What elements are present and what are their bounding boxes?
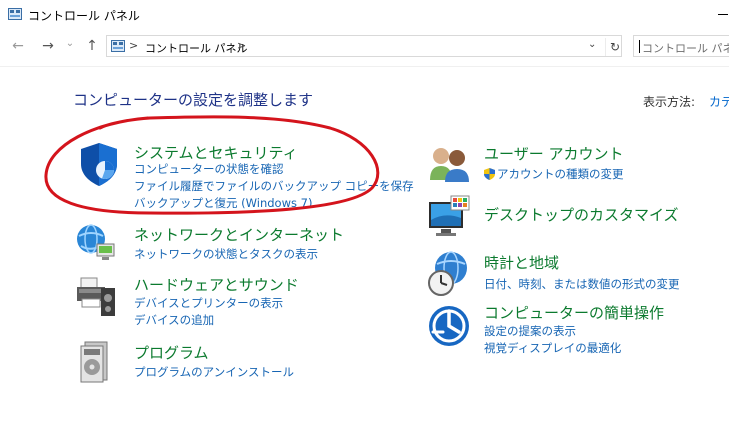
- view-by-dropdown[interactable]: カテ: [709, 93, 729, 110]
- network-status-link[interactable]: ネットワークの状態とタスクの表示: [134, 246, 318, 262]
- control-panel-icon: [111, 40, 125, 52]
- category-title[interactable]: 時計と地域: [484, 252, 559, 273]
- category-ease-of-access: コンピューターの簡単操作 設定の提案の表示 視覚ディスプレイの最適化: [427, 302, 727, 357]
- forward-button[interactable]: →: [40, 38, 56, 54]
- up-button[interactable]: ↑: [84, 38, 100, 54]
- search-box[interactable]: コントロール パネルの: [633, 35, 729, 57]
- clock-globe-icon[interactable]: [427, 250, 473, 298]
- printer-icon[interactable]: [75, 274, 121, 320]
- navigation-bar: ← → ⌄ ↑ > コントロール パネル > ⌄ ↻ コントロール パネルの: [0, 30, 729, 64]
- date-time-format-link[interactable]: 日付、時刻、または数値の形式の変更: [484, 276, 680, 292]
- add-device-link[interactable]: デバイスの追加: [134, 312, 214, 328]
- suggested-settings-link[interactable]: 設定の提案の表示: [484, 323, 576, 339]
- change-account-type-link[interactable]: アカウントの種類の変更: [484, 166, 624, 182]
- shield-icon[interactable]: [75, 140, 123, 188]
- ease-of-access-icon[interactable]: [427, 302, 473, 348]
- category-title[interactable]: コンピューターの簡単操作: [484, 302, 664, 323]
- category-hardware-sound: ハードウェアとサウンド デバイスとプリンターの表示 デバイスの追加: [75, 274, 375, 329]
- network-globe-icon[interactable]: [75, 222, 117, 264]
- check-computer-status-link[interactable]: コンピューターの状態を確認: [134, 161, 284, 177]
- uninstall-program-link[interactable]: プログラムのアンインストール: [134, 364, 294, 380]
- breadcrumb-separator[interactable]: >: [237, 39, 246, 52]
- backup-restore-link[interactable]: バックアップと復元 (Windows 7): [134, 195, 312, 211]
- category-appearance: デスクトップのカスタマイズ: [427, 194, 727, 244]
- file-history-backup-link[interactable]: ファイル履歴でファイルのバックアップ コピーを保存: [134, 178, 414, 194]
- window-title: コントロール パネル: [28, 9, 140, 23]
- category-title[interactable]: デスクトップのカスタマイズ: [484, 204, 679, 225]
- address-bar[interactable]: > コントロール パネル > ⌄ ↻: [106, 35, 622, 57]
- category-user-accounts: ユーザー アカウント アカウントの種類の変更: [427, 142, 727, 187]
- title-bar: コントロール パネル: [0, 0, 729, 30]
- divider: [0, 66, 729, 67]
- category-network-internet: ネットワークとインターネット ネットワークの状態とタスクの表示: [75, 222, 375, 267]
- programs-disc-icon[interactable]: [77, 340, 119, 384]
- change-account-type-label: アカウントの種類の変更: [497, 167, 624, 181]
- monitor-palette-icon[interactable]: [427, 194, 473, 240]
- control-panel-icon: [8, 8, 22, 20]
- refresh-button[interactable]: ↻: [605, 38, 624, 56]
- text-cursor: [639, 40, 640, 53]
- view-by-label: 表示方法:: [643, 95, 696, 109]
- devices-printers-link[interactable]: デバイスとプリンターの表示: [134, 295, 283, 311]
- category-system-security: システムとセキュリティ コンピューターの状態を確認 ファイル履歴でファイルのバッ…: [75, 140, 414, 211]
- recent-locations-dropdown[interactable]: ⌄: [62, 36, 78, 52]
- minimize-button[interactable]: [718, 14, 728, 15]
- search-placeholder: コントロール パネルの: [642, 42, 729, 55]
- category-clock-region: 時計と地域 日付、時刻、または数値の形式の変更: [427, 250, 727, 300]
- category-title[interactable]: ユーザー アカウント: [484, 143, 623, 164]
- address-dropdown-icon[interactable]: ⌄: [588, 39, 596, 50]
- category-title[interactable]: システムとセキュリティ: [134, 142, 298, 163]
- back-button[interactable]: ←: [10, 38, 26, 54]
- page-title: コンピューターの設定を調整します: [73, 91, 314, 109]
- category-programs: プログラム プログラムのアンインストール: [77, 340, 377, 385]
- category-title[interactable]: プログラム: [134, 342, 209, 363]
- category-title[interactable]: ハードウェアとサウンド: [134, 274, 299, 295]
- category-title[interactable]: ネットワークとインターネット: [134, 224, 344, 245]
- breadcrumb-separator[interactable]: >: [129, 39, 138, 52]
- users-icon[interactable]: [427, 142, 473, 184]
- breadcrumb-control-panel[interactable]: コントロール パネル: [145, 40, 248, 56]
- optimize-display-link[interactable]: 視覚ディスプレイの最適化: [484, 340, 621, 356]
- uac-shield-icon: [484, 168, 495, 180]
